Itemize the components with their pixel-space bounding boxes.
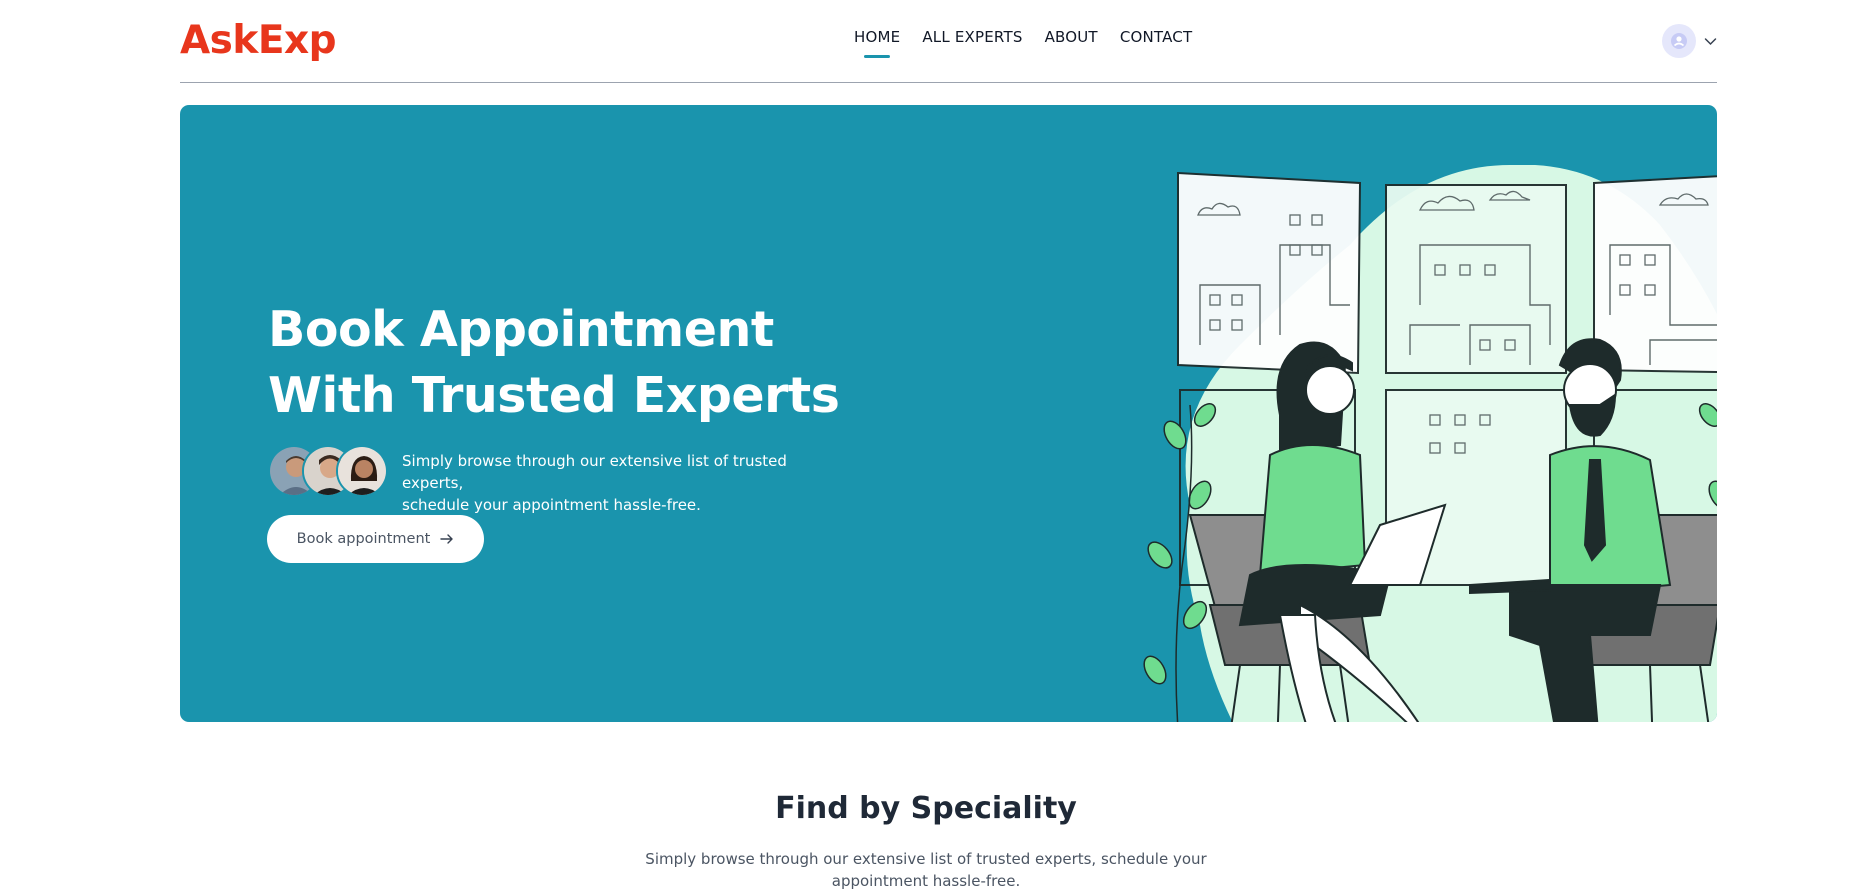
expert-avatars	[268, 445, 388, 499]
hero-banner: Book Appointment With Trusted Experts Si…	[180, 105, 1717, 722]
nav-home[interactable]: HOME	[854, 28, 900, 58]
arrow-right-icon	[440, 534, 454, 544]
speciality-desc-line2: appointment hassle-free.	[831, 872, 1021, 890]
header: AskExp HOME ALL EXPERTS ABOUT CONTACT	[180, 0, 1717, 83]
hero-title-line1: Book Appointment	[268, 301, 774, 358]
nav-all-experts[interactable]: ALL EXPERTS	[922, 28, 1022, 46]
profile-menu[interactable]	[1662, 24, 1717, 58]
user-icon[interactable]	[1662, 24, 1696, 58]
nav-about[interactable]: ABOUT	[1045, 28, 1098, 46]
nav-contact[interactable]: CONTACT	[1120, 28, 1193, 46]
book-appointment-button[interactable]: Book appointment	[267, 515, 484, 563]
logo[interactable]: AskExp	[180, 18, 337, 63]
hero-title-line2: With Trusted Experts	[268, 367, 840, 424]
expert-avatar-3	[336, 445, 388, 497]
speciality-desc-line1: Simply browse through our extensive list…	[645, 850, 1207, 868]
consultation-illustration	[1143, 165, 1717, 722]
hero-desc-line1: Simply browse through our extensive list…	[402, 452, 787, 492]
hero-description: Simply browse through our extensive list…	[402, 450, 822, 516]
hero-title: Book Appointment With Trusted Experts	[268, 297, 840, 429]
main-nav: HOME ALL EXPERTS ABOUT CONTACT	[854, 28, 1193, 58]
book-appointment-label: Book appointment	[296, 531, 431, 547]
speciality-title: Find by Speciality	[775, 791, 1077, 826]
hero-desc-line2: schedule your appointment hassle-free.	[402, 496, 701, 514]
speciality-description: Simply browse through our extensive list…	[0, 848, 1852, 892]
chevron-down-icon[interactable]	[1704, 37, 1717, 46]
